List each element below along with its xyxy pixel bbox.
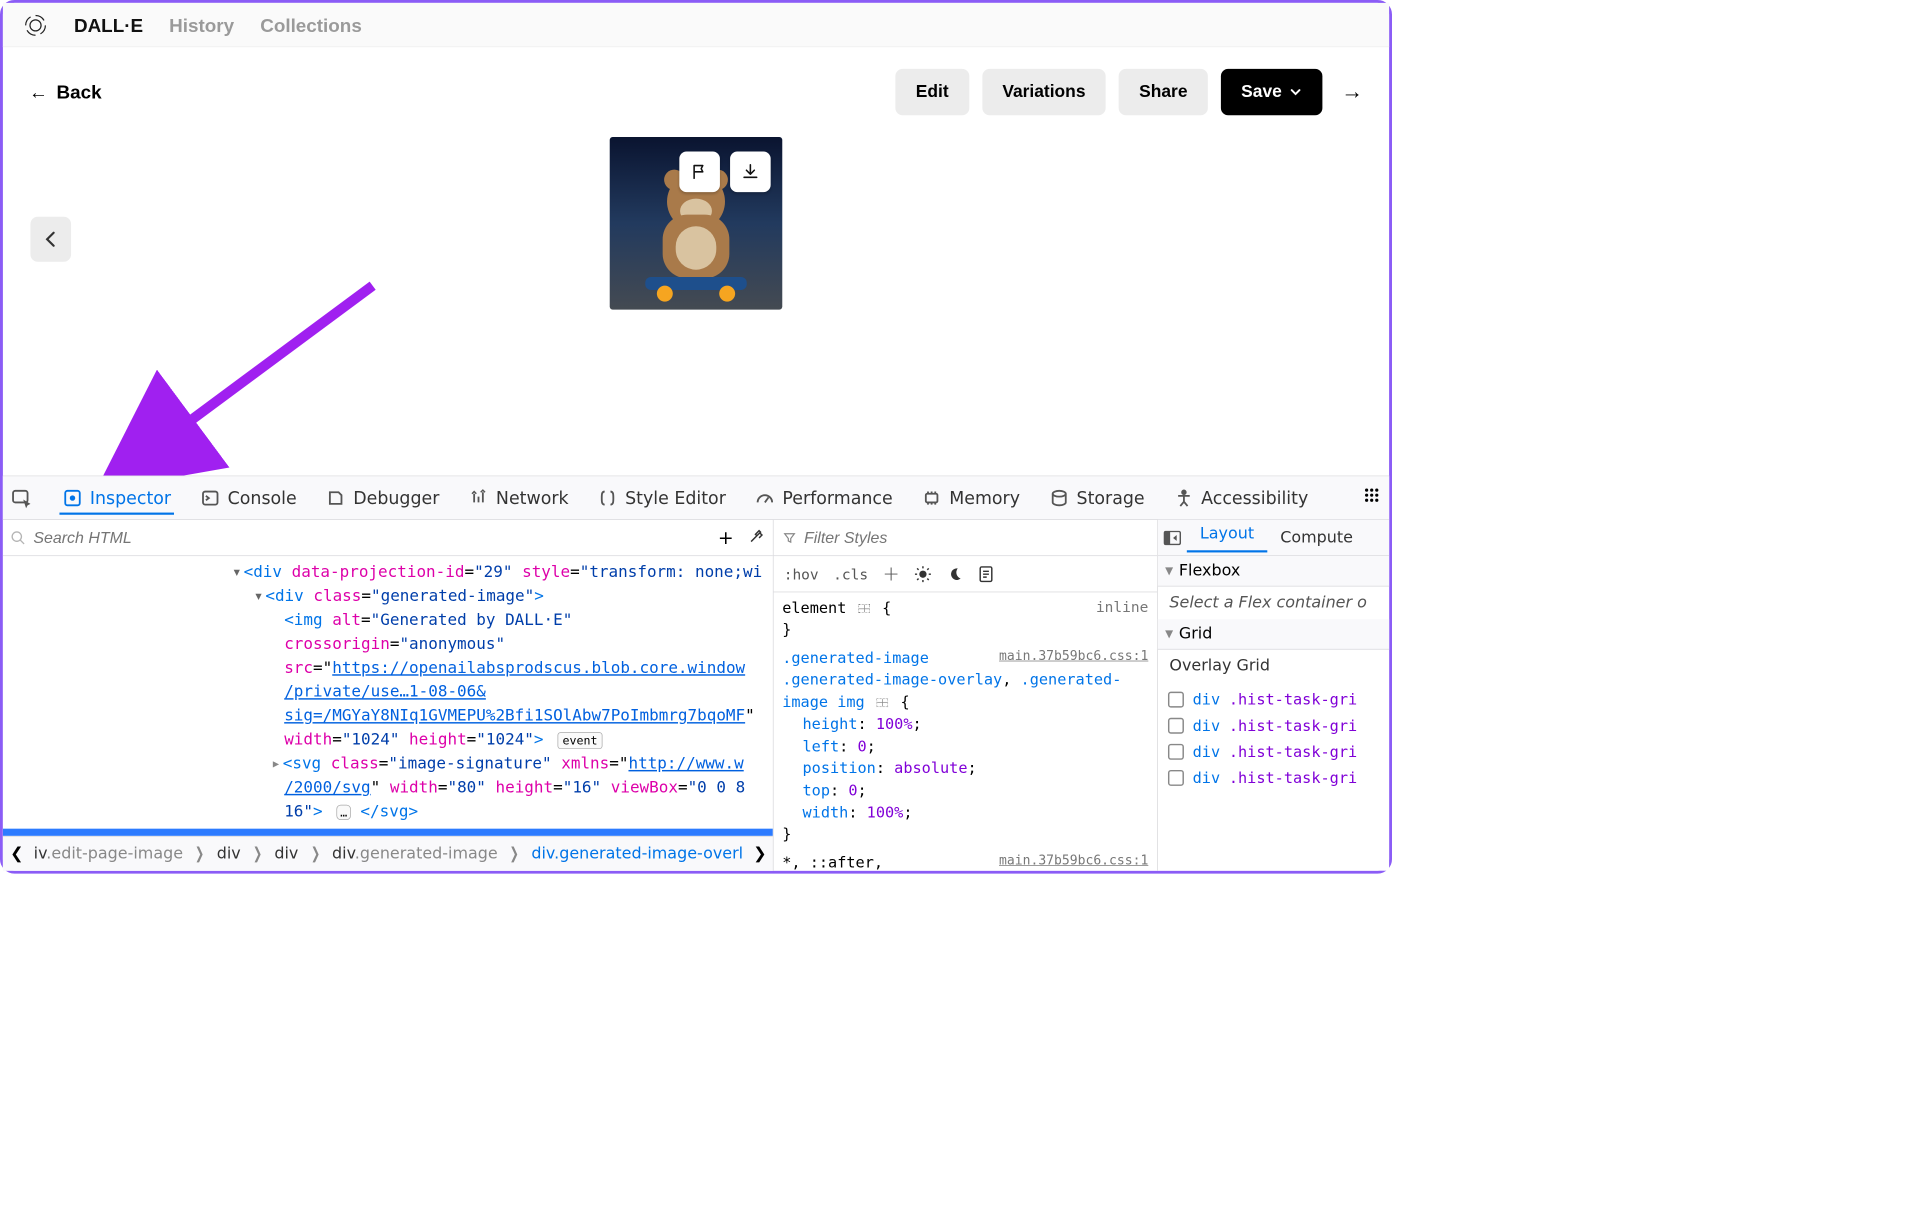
- style-editor-icon: [598, 488, 618, 508]
- tab-debugger[interactable]: Debugger: [323, 483, 442, 512]
- crumbs-next[interactable]: ❯: [753, 845, 766, 863]
- layout-toggle-sidebar-icon[interactable]: [1158, 530, 1187, 545]
- tab-console[interactable]: Console: [197, 483, 299, 512]
- tab-inspector-label: Inspector: [90, 488, 171, 508]
- tab-network[interactable]: Network: [465, 483, 571, 512]
- image-overlay-actions: [679, 152, 770, 193]
- overlay-grid-list: div.hist-task-gri div.hist-task-gri div.…: [1158, 682, 1389, 795]
- tab-memory-label: Memory: [949, 488, 1020, 508]
- filter-icon: [782, 530, 797, 545]
- download-image-button[interactable]: [730, 152, 771, 193]
- storage-icon: [1049, 488, 1069, 508]
- html-panel: + ▾<div data-projection-id="29" style="t…: [3, 520, 773, 871]
- dark-mode-icon[interactable]: [946, 565, 963, 582]
- grid-overlay-item[interactable]: div.hist-task-gri: [1168, 765, 1379, 791]
- new-rule-button[interactable]: +: [883, 562, 900, 586]
- devtools-more-icon[interactable]: [1362, 485, 1382, 510]
- memory-icon: [922, 488, 942, 508]
- back-button[interactable]: ← Back: [29, 81, 102, 103]
- devtools-tabs: Inspector Console Debugger Network Style…: [3, 476, 1389, 520]
- tab-inspector[interactable]: Inspector: [59, 483, 174, 514]
- share-button[interactable]: Share: [1119, 69, 1208, 115]
- print-sim-icon[interactable]: [978, 564, 994, 583]
- svg-xmlns-url[interactable]: http://www.w: [628, 755, 743, 773]
- tab-memory[interactable]: Memory: [919, 483, 1023, 512]
- tab-storage[interactable]: Storage: [1046, 483, 1147, 512]
- chevron-down-icon: [1289, 86, 1302, 99]
- tab-style-editor[interactable]: Style Editor: [595, 483, 729, 512]
- flag-image-button[interactable]: [679, 152, 720, 193]
- console-icon: [200, 488, 220, 508]
- grid-overlay-item[interactable]: div.hist-task-gri: [1168, 739, 1379, 765]
- performance-icon: [755, 488, 775, 508]
- network-icon: [468, 488, 488, 508]
- tab-style-label: Style Editor: [625, 488, 726, 508]
- tab-performance[interactable]: Performance: [752, 483, 896, 512]
- layout-tab-computed[interactable]: Compute: [1267, 529, 1366, 547]
- layout-tab-layout[interactable]: Layout: [1187, 525, 1267, 553]
- search-icon: [10, 530, 26, 546]
- css-rules[interactable]: element { inline } .generated-image main…: [774, 592, 1158, 870]
- download-icon: [741, 162, 760, 181]
- element-picker-icon[interactable]: [10, 486, 33, 509]
- tab-storage-label: Storage: [1077, 488, 1145, 508]
- grid-overlay-item[interactable]: div.hist-task-gri: [1168, 687, 1379, 713]
- flag-icon: [690, 162, 709, 181]
- layout-panel: Layout Compute ▾Flexbox Select a Flex co…: [1157, 520, 1389, 871]
- grid-section-header[interactable]: ▾Grid: [1158, 619, 1389, 649]
- add-node-button[interactable]: +: [718, 527, 734, 549]
- top-nav: DALL·E History Collections: [3, 3, 1389, 47]
- tab-console-label: Console: [228, 488, 297, 508]
- eyedropper-icon[interactable]: [748, 527, 765, 544]
- chevron-left-icon: [44, 231, 57, 247]
- image-src-url-line2[interactable]: /private/use…1-08-06&: [284, 683, 486, 701]
- flexbox-section-header[interactable]: ▾Flexbox: [1158, 556, 1389, 586]
- html-search-input[interactable]: [32, 527, 718, 547]
- arrow-left-icon: ←: [29, 83, 48, 102]
- sub-header: ← Back Edit Variations Share Save →: [3, 47, 1389, 137]
- image-src-url-line3[interactable]: sig=/MGYaY8NIq1GVMEPU%2Bfi1SOlAbw7PoImbm…: [284, 707, 745, 725]
- devtools-body: + ▾<div data-projection-id="29" style="t…: [3, 520, 1389, 871]
- ellipsis-badge[interactable]: …: [337, 805, 351, 820]
- html-tree[interactable]: ▾<div data-projection-id="29" style="tra…: [3, 556, 773, 836]
- tab-accessibility[interactable]: Accessibility: [1171, 483, 1311, 512]
- debugger-icon: [326, 488, 346, 508]
- tab-debugger-label: Debugger: [353, 488, 439, 508]
- edit-button[interactable]: Edit: [896, 69, 969, 115]
- variations-button[interactable]: Variations: [982, 69, 1106, 115]
- nav-collections[interactable]: Collections: [260, 14, 362, 36]
- styles-panel: :hov .cls + element { inline } .generate…: [773, 520, 1157, 871]
- prev-image-button[interactable]: [30, 217, 71, 262]
- arrow-right-icon[interactable]: →: [1341, 80, 1363, 105]
- event-badge[interactable]: event: [557, 732, 602, 749]
- tab-network-label: Network: [496, 488, 569, 508]
- html-search-row: +: [3, 520, 773, 556]
- generated-image[interactable]: [610, 137, 783, 310]
- accessibility-icon: [1174, 488, 1194, 508]
- openai-logo-icon: [23, 13, 48, 38]
- nav-history[interactable]: History: [169, 14, 234, 36]
- devtools-panel: Inspector Console Debugger Network Style…: [3, 476, 1389, 871]
- back-label: Back: [57, 81, 102, 103]
- tab-perf-label: Performance: [782, 488, 892, 508]
- light-mode-icon[interactable]: [914, 565, 931, 582]
- overlay-grid-header: Overlay Grid: [1158, 650, 1389, 683]
- content-area: [3, 137, 1389, 398]
- filter-styles-input[interactable]: [803, 527, 1149, 547]
- grid-overlay-item[interactable]: div.hist-task-gri: [1168, 713, 1379, 739]
- tab-a11y-label: Accessibility: [1201, 488, 1308, 508]
- save-button[interactable]: Save: [1221, 69, 1323, 115]
- save-label: Save: [1241, 82, 1282, 102]
- hov-toggle[interactable]: :hov: [784, 565, 819, 582]
- action-bar: Edit Variations Share Save →: [896, 69, 1363, 115]
- flexbox-empty-msg: Select a Flex container o: [1158, 587, 1389, 620]
- inspector-icon: [62, 488, 82, 508]
- cls-toggle[interactable]: .cls: [833, 565, 868, 582]
- breadcrumbs[interactable]: ❮ iv.edit-page-image ❯ div ❯ div ❯ div.g…: [3, 836, 773, 871]
- selection-highlight: [3, 829, 773, 836]
- crumbs-prev[interactable]: ❮: [10, 845, 23, 863]
- image-src-url[interactable]: https://openailabsprodscus.blob.core.win…: [332, 659, 745, 677]
- nav-dalle[interactable]: DALL·E: [74, 14, 143, 36]
